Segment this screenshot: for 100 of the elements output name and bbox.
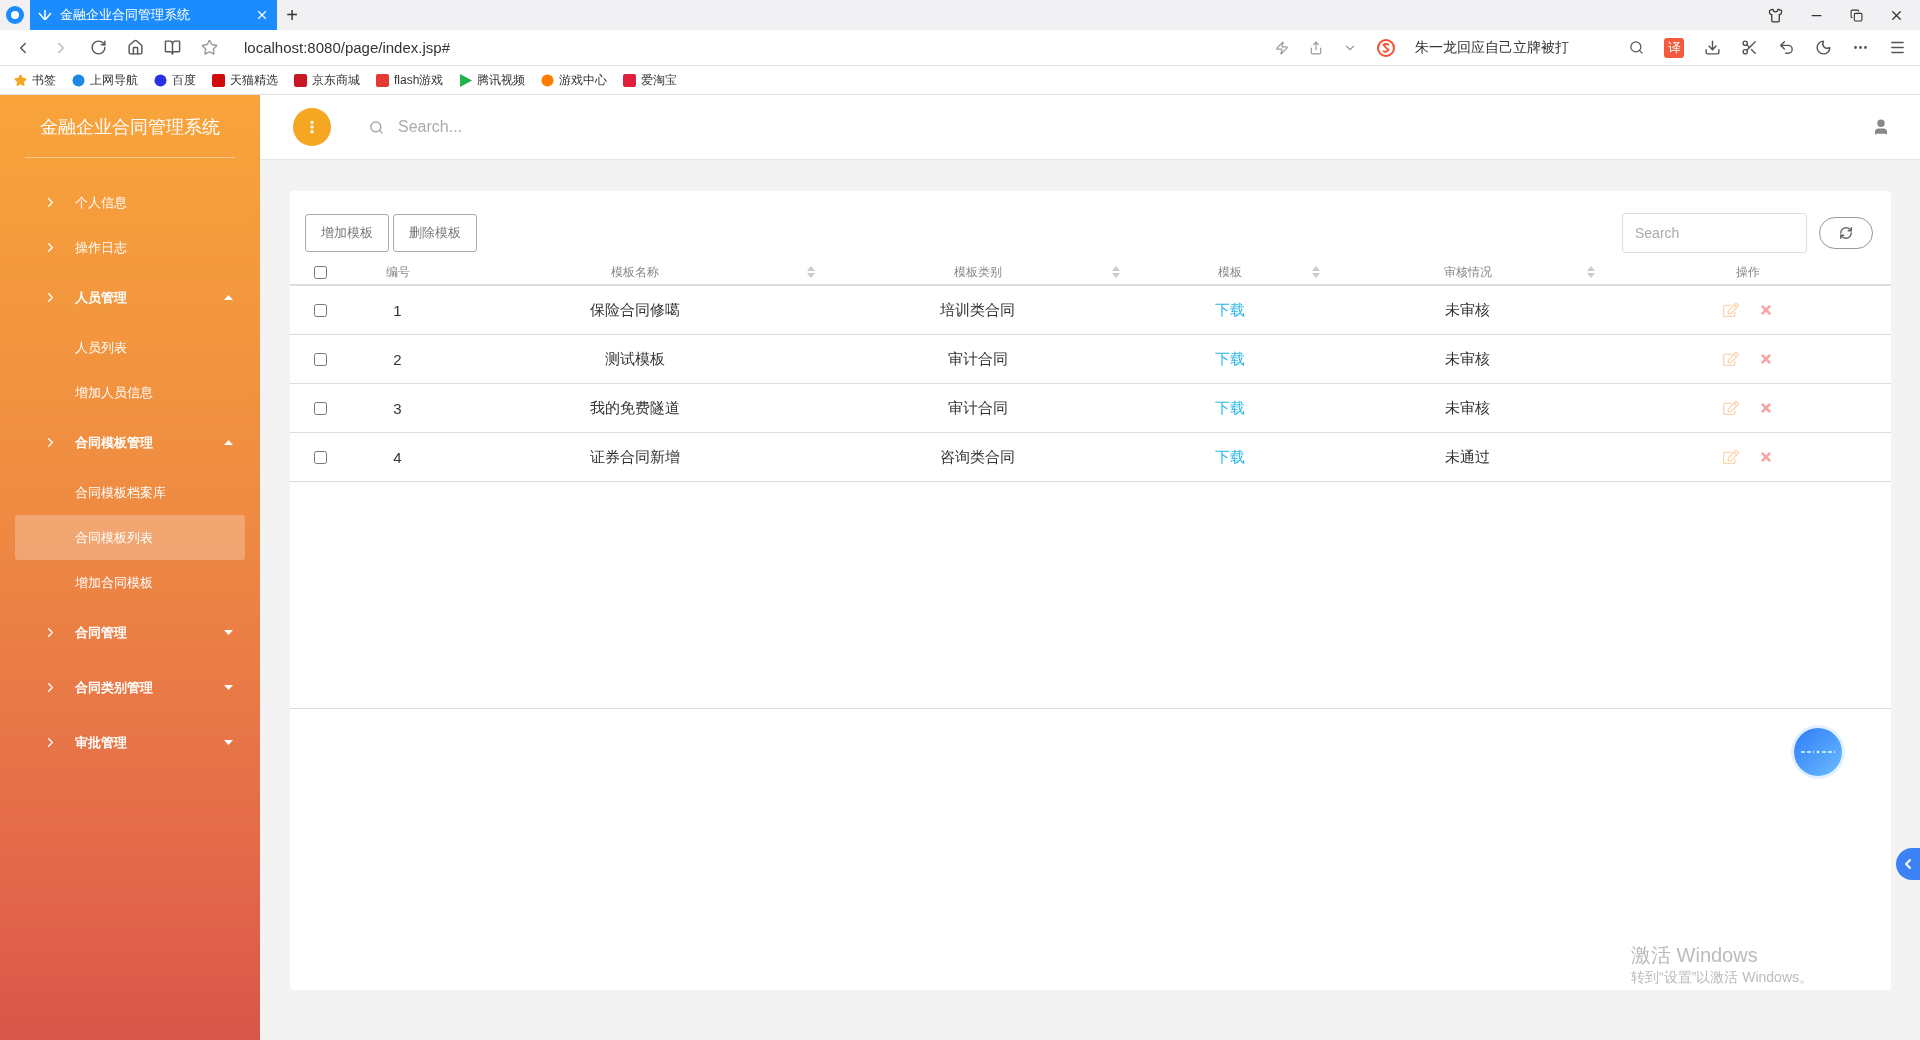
browser-logo-icon — [6, 6, 24, 24]
table-cell: 3 — [393, 399, 402, 417]
menu-icon[interactable] — [1889, 39, 1906, 56]
select-all-checkbox[interactable] — [313, 265, 327, 279]
sidebar-subitem[interactable]: 增加合同模板 — [15, 560, 245, 605]
star-icon — [14, 73, 27, 87]
user-icon[interactable] — [1872, 118, 1890, 136]
search-suggestion[interactable]: 朱一龙回应自己立牌被打 — [1415, 38, 1569, 57]
play-icon — [459, 73, 473, 87]
sidebar-item[interactable]: 人员管理 — [15, 270, 245, 325]
bookmark-link[interactable]: 书签 — [32, 71, 56, 89]
table-cell: 1 — [393, 301, 402, 319]
sidebar-item[interactable]: 合同类别管理 — [15, 660, 245, 715]
bookmark-icon — [541, 73, 555, 87]
row-checkbox[interactable] — [313, 352, 327, 366]
table-cell: 4 — [393, 448, 402, 466]
dashed-line-icon — [1801, 749, 1835, 755]
bookmark-icon — [212, 73, 225, 87]
toolbar-button[interactable]: 增加模板 — [305, 213, 389, 252]
column-header: 模板 — [1218, 263, 1242, 281]
bookmark-link[interactable]: 京东商城 — [312, 71, 360, 89]
bookmark-link[interactable]: 游戏中心 — [559, 71, 608, 89]
download-link[interactable]: 下载 — [1215, 349, 1245, 369]
restore-icon[interactable] — [1850, 8, 1863, 22]
table-cell: 未审核 — [1445, 300, 1490, 320]
bookmark-link[interactable]: 天猫精选 — [230, 71, 278, 89]
column-header: 模板名称 — [611, 263, 659, 281]
column-header: 操作 — [1736, 263, 1760, 281]
bookmark-link[interactable]: 腾讯视频 — [477, 71, 526, 89]
table-cell: 审计合同 — [947, 398, 1008, 418]
refresh-button[interactable] — [1819, 216, 1873, 249]
undo-icon[interactable] — [1778, 39, 1795, 56]
app-title: 金融企业合同管理系统 — [25, 95, 235, 158]
delete-icon[interactable] — [1759, 352, 1773, 366]
search-icon — [369, 119, 384, 135]
shirt-icon[interactable] — [1768, 7, 1783, 23]
table-cell: 咨询类合同 — [940, 447, 1015, 467]
toolbar-button[interactable]: 删除模板 — [393, 213, 477, 252]
floating-assistant-button[interactable] — [1794, 728, 1842, 776]
sidebar-subitem[interactable]: 合同模板档案库 — [15, 470, 245, 515]
download-link[interactable]: 下载 — [1215, 300, 1245, 320]
table-search-field[interactable]: Search — [1622, 212, 1807, 253]
table-cell: 我的免费隧道 — [590, 398, 680, 418]
table-cell: 保险合同修噶 — [590, 300, 680, 320]
scissors-icon[interactable] — [1741, 39, 1758, 56]
lightning-icon[interactable] — [1275, 40, 1289, 55]
bookmark-icon — [376, 73, 389, 87]
bookmark-icon — [623, 73, 637, 87]
search-engine-icon[interactable] — [1377, 38, 1395, 57]
bookmark-icon — [294, 73, 307, 87]
row-checkbox[interactable] — [313, 401, 327, 415]
delete-icon[interactable] — [1759, 450, 1773, 464]
column-header: 编号 — [385, 263, 410, 281]
sidebar-item[interactable]: 合同模板管理 — [15, 415, 245, 470]
download-link[interactable]: 下载 — [1215, 447, 1245, 467]
share-icon[interactable] — [1309, 40, 1323, 55]
table-cell: 2 — [393, 350, 402, 368]
table-cell: 培训类合同 — [940, 300, 1015, 320]
home-icon[interactable] — [127, 39, 144, 56]
table-cell: 未通过 — [1445, 447, 1490, 467]
delete-icon[interactable] — [1759, 401, 1773, 415]
table-cell: 证券合同新增 — [590, 447, 680, 467]
moon-icon[interactable] — [1815, 39, 1832, 56]
new-tab-button[interactable]: + — [277, 0, 307, 30]
search-icon[interactable] — [1629, 40, 1644, 55]
activation-subtitle: 转到“设置”以激活 Windows。 — [1631, 969, 1813, 987]
sidebar-subitem[interactable]: 人员列表 — [15, 325, 245, 370]
reload-icon[interactable] — [90, 39, 107, 56]
bookmark-link[interactable]: 百度 — [172, 71, 196, 89]
column-header: 审核情况 — [1443, 263, 1492, 281]
download-link[interactable]: 下载 — [1215, 398, 1245, 418]
column-header: 模板类别 — [953, 263, 1002, 281]
bookmark-icon — [154, 73, 167, 87]
bookmark-link[interactable]: 上网导航 — [90, 71, 138, 89]
sidebar-item[interactable]: 合同管理 — [15, 605, 245, 660]
sidebar-item[interactable]: 操作日志 — [15, 225, 245, 270]
bookmark-link[interactable]: 爱淘宝 — [641, 71, 678, 89]
translate-button[interactable]: 译 — [1664, 37, 1684, 58]
table-cell: 未审核 — [1445, 349, 1490, 369]
sidebar-subitem[interactable]: 合同模板列表 — [15, 515, 245, 560]
bookmark-icon — [72, 73, 85, 87]
row-checkbox[interactable] — [313, 303, 327, 317]
sidebar-item[interactable]: 审批管理 — [15, 715, 245, 770]
refresh-icon — [1839, 225, 1853, 240]
activation-title: 激活 Windows — [1631, 943, 1759, 968]
table-cell: 审计合同 — [947, 349, 1008, 369]
browser-tab[interactable]: 金融企业合同管理系统 — [30, 0, 277, 30]
book-icon[interactable] — [164, 39, 181, 56]
download-icon[interactable] — [1704, 39, 1721, 56]
table-cell: 测试模板 — [605, 349, 665, 369]
sidebar-item[interactable]: 个人信息 — [15, 180, 245, 225]
bookmark-link[interactable]: flash游戏 — [394, 71, 444, 89]
sidebar-subitem[interactable]: 增加人员信息 — [15, 370, 245, 415]
star-icon[interactable] — [201, 39, 218, 56]
address-field[interactable]: localhost:8080/page/index.jsp# — [244, 39, 450, 56]
row-checkbox[interactable] — [313, 450, 327, 464]
delete-icon[interactable] — [1759, 303, 1773, 317]
menu-toggle-button[interactable] — [293, 108, 331, 146]
tab-title: 金融企业合同管理系统 — [60, 6, 191, 24]
table-cell: 未审核 — [1445, 398, 1490, 418]
